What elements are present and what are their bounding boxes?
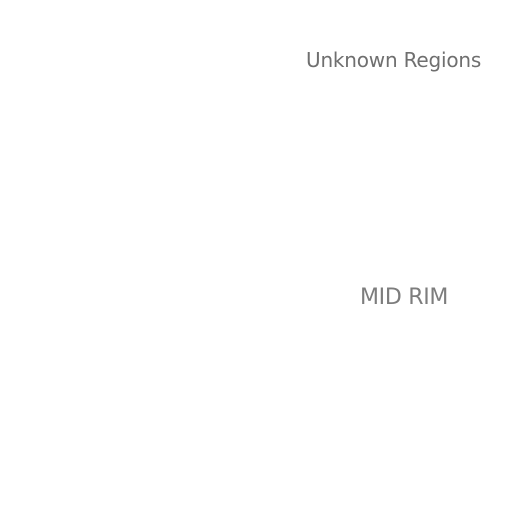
- region-label-mid-rim: MID RIM: [360, 285, 449, 310]
- galaxy-map[interactable]: Unknown Regions MID RIM: [0, 0, 512, 512]
- region-label-unknown-regions: Unknown Regions: [306, 48, 482, 72]
